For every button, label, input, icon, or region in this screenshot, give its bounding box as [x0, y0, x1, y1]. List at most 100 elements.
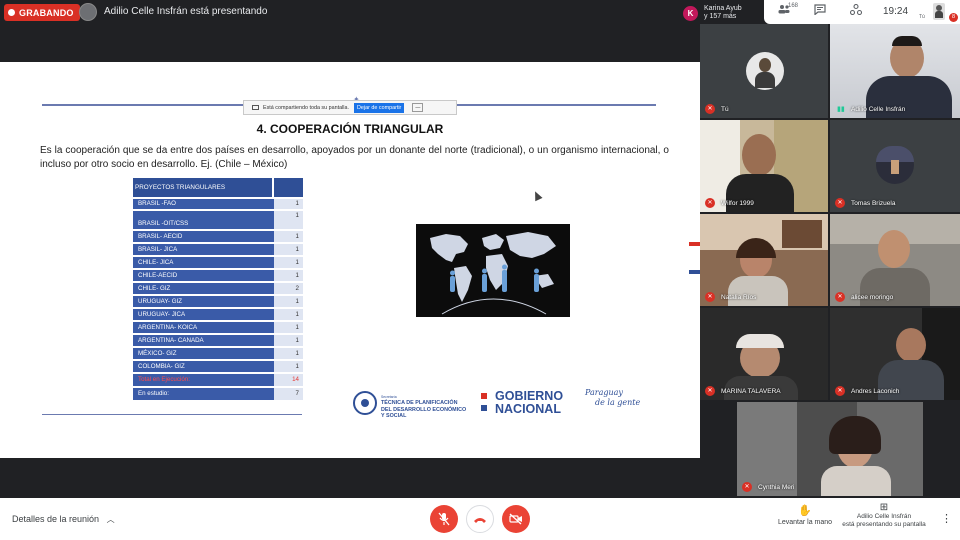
table-cell-value: 1 — [274, 335, 303, 346]
participant-tile[interactable]: ✕ Wilfor 1999 — [700, 120, 828, 212]
table-header-label: PROYECTOS TRIANGULARES — [135, 184, 226, 191]
mic-off-icon: ✕ — [705, 292, 715, 302]
table-cell-value: 1 — [274, 257, 303, 268]
participant-name: Cynthia Meri — [758, 484, 795, 491]
gobierno-nacional-logo: GOBIERNO NACIONAL — [481, 390, 573, 418]
table-cell-value: 14 — [274, 374, 303, 386]
table-row: CHILE- JICA 1 — [133, 257, 303, 268]
gob-logo-line2: NACIONAL — [495, 402, 561, 416]
camera-toggle-button[interactable] — [502, 505, 530, 533]
participant-name: Wilfor 1999 — [721, 200, 754, 207]
notification-badge: 8 — [949, 13, 958, 22]
camera-off-icon — [509, 513, 522, 525]
participant-name: Andres Laconich — [851, 388, 900, 395]
presenter-avatar — [79, 3, 97, 21]
mic-off-icon: ✕ — [705, 386, 715, 396]
hide-banner-button[interactable]: — — [412, 103, 424, 112]
table-row: CHILE-AECID 1 — [133, 270, 303, 281]
table-cell-name: CHILE- GIZ — [138, 284, 171, 292]
participant-tile[interactable]: ✕ Tomas Brizuela — [830, 120, 960, 212]
raise-hand-button[interactable]: ✋ Levantar la mano — [775, 504, 835, 526]
table-cell-name: BRASIL- AECID — [138, 232, 183, 240]
presenting-text: Adilio Celle Insfrán está presentando — [104, 6, 268, 17]
participant-tile[interactable]: ✕ MARINA TALAVERA — [700, 308, 828, 400]
table-cell-name: ARGENTINA- KOICA — [138, 323, 198, 331]
table-cell-value: 1 — [274, 231, 303, 242]
mic-off-icon — [438, 512, 450, 526]
meeting-details-button[interactable]: Detalles de la reunión ︿ — [12, 514, 115, 525]
screen-share-banner: Está compartiendo toda su pantalla. Deja… — [243, 100, 457, 115]
participant-tile[interactable]: ✕ Natalia Ríos — [700, 214, 828, 306]
participant-name: Natalia Ríos — [721, 294, 757, 301]
table-cell-name: CHILE-AECID — [138, 271, 178, 279]
screen-share-icon — [252, 105, 259, 110]
table-row: En estudio: 7 — [133, 388, 303, 400]
present-icon: ⊞ — [879, 502, 889, 513]
participant-tile[interactable]: ✕ Andres Laconich — [830, 308, 960, 400]
pyg-logo-line2: de la gente — [595, 398, 641, 407]
table-cell-value: 1 — [274, 322, 303, 333]
stop-sharing-button[interactable]: Dejar de compartir — [354, 102, 405, 113]
table-cell-value: 1 — [274, 244, 303, 255]
slide-title: 4. COOPERACIÓN TRIANGULAR — [256, 122, 444, 136]
bottom-bar: Detalles de la reunión ︿ ✋ Levantar la m… — [0, 498, 960, 540]
participant-tile-presenter[interactable]: ▮▮ Adilio Celle Insfrán — [830, 24, 960, 118]
participant-name: alicee moringo — [851, 294, 894, 301]
slide-body: Es la cooperación que se da entre dos pa… — [40, 145, 669, 170]
table-row: BRASIL -FAO 1 — [133, 199, 303, 209]
table-cell-name: ARGENTINA- CANADA — [138, 336, 204, 344]
table-cell-name: BRASIL -FAO — [138, 200, 176, 207]
mic-toggle-button[interactable] — [430, 505, 458, 533]
stp-logo-line1: TÉCNICA DE PLANIFICACIÓN — [381, 400, 458, 407]
table-cell-value: 1 — [274, 361, 303, 372]
participant-tile-self[interactable]: ✕ Tú — [700, 24, 828, 118]
presenting-line2: está presentando su pantalla — [842, 521, 926, 528]
participant-grid: ✕ Tú ▮▮ Adilio Celle Insfrán ✕ Wilfor 19… — [700, 24, 960, 498]
participant-tile[interactable]: ✕ alicee moringo — [830, 214, 960, 306]
table-cell-value: 1 — [274, 348, 303, 359]
stp-logo: Secretaría TÉCNICA DE PLANIFICACIÓN DEL … — [353, 391, 469, 419]
participants-summary-name: Karina Ayub — [704, 5, 742, 12]
mic-off-icon: ✕ — [835, 198, 845, 208]
participants-summary[interactable]: K Karina Ayub y 157 más — [680, 2, 764, 24]
presenting-indicator[interactable]: ⊞ Adilio Celle Insfrán está presentando … — [838, 502, 930, 529]
pyg-logo-line1: Paraguay — [585, 388, 623, 397]
mic-off-icon: ✕ — [835, 292, 845, 302]
table-row: URUGUAY- GIZ 1 — [133, 296, 303, 307]
slide-divider-bottom — [42, 414, 302, 415]
share-banner-text: Está compartiendo toda su pantalla. — [263, 104, 350, 111]
flag-icon — [689, 242, 700, 250]
table-cell-value: 1 — [274, 309, 303, 320]
self-thumbnail[interactable] — [933, 3, 945, 20]
table-cell-name: URUGUAY- JICA — [138, 310, 186, 318]
meet-window: GRABANDO Adilio Celle Insfrán está prese… — [0, 0, 960, 540]
raise-hand-icon: ✋ — [798, 505, 812, 517]
avatar — [746, 52, 784, 90]
table-cell-value: 1 — [274, 199, 303, 209]
mic-off-icon: ✕ — [835, 386, 845, 396]
table-row: ARGENTINA- KOICA 1 — [133, 322, 303, 333]
participant-tile[interactable]: ✕ Cynthia Meri — [737, 402, 923, 496]
participants-summary-more: y 157 más — [704, 13, 737, 20]
presenting-line1: Adilio Celle Insfrán — [856, 513, 912, 520]
table-row: ARGENTINA- CANADA 1 — [133, 335, 303, 346]
raise-hand-label: Levantar la mano — [777, 519, 833, 526]
leave-call-button[interactable] — [466, 505, 494, 533]
table-row: MÉXICO- GIZ 1 — [133, 348, 303, 359]
table-cell-name: Total en Ejecución: — [138, 376, 190, 383]
recording-label: GRABANDO — [19, 7, 74, 18]
speaking-icon: ▮▮ — [837, 106, 845, 113]
table-cell-value: 7 — [274, 388, 303, 400]
meeting-details-label: Detalles de la reunión — [12, 514, 100, 524]
table-cell-name: En estudio: — [138, 390, 169, 397]
mic-off-icon: ✕ — [742, 482, 752, 492]
more-vert-icon[interactable]: ⋮ — [941, 512, 952, 525]
table-cell-value: 1 — [274, 296, 303, 307]
table-cell-value: 1 — [274, 270, 303, 281]
chat-icon[interactable] — [814, 4, 826, 18]
activities-icon[interactable] — [849, 3, 863, 18]
chevron-up-icon: ︿ — [106, 515, 115, 524]
table-cell-name: COLOMBIA- GIZ — [138, 362, 185, 370]
table-header: PROYECTOS TRIANGULARES — [133, 178, 303, 197]
flag-icon — [689, 266, 700, 274]
